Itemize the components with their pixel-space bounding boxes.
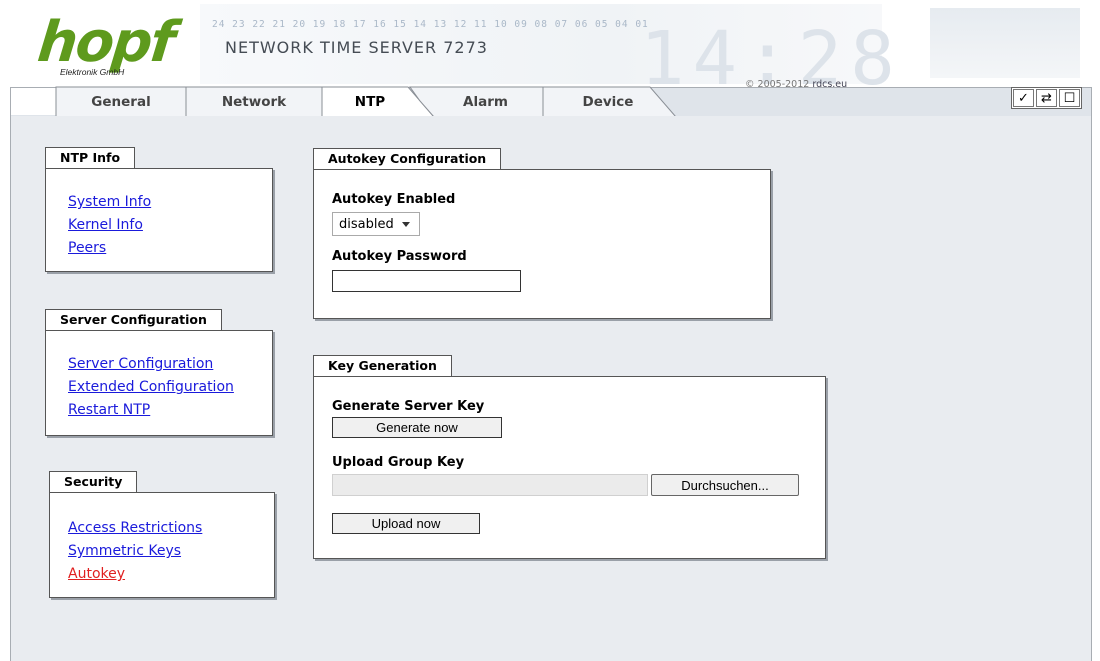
link-symmetric-keys[interactable]: Symmetric Keys xyxy=(68,540,202,563)
content-area: NTP Info System Info Kernel Info Peers S… xyxy=(10,116,1092,661)
chevron-down-icon xyxy=(401,221,410,227)
link-server-configuration[interactable]: Server Configuration xyxy=(68,353,234,376)
link-restart-ntp[interactable]: Restart NTP xyxy=(68,399,234,422)
toolbar: ✓ ⇄ ☐ xyxy=(1011,87,1082,109)
ntp-info-links: System Info Kernel Info Peers xyxy=(68,191,151,260)
server-config-title: Server Configuration xyxy=(45,309,222,331)
link-system-info[interactable]: System Info xyxy=(68,191,151,214)
ntp-info-title: NTP Info xyxy=(45,147,136,169)
logo-word: hopf xyxy=(34,10,177,75)
server-config-body: Server Configuration Extended Configurat… xyxy=(45,330,273,436)
ntp-info-body: System Info Kernel Info Peers xyxy=(45,168,273,272)
group-key-file-input[interactable] xyxy=(332,474,648,496)
tab-ntp[interactable]: NTP xyxy=(322,87,418,117)
autokey-enabled-value: disabled xyxy=(339,216,394,232)
tab-alarm[interactable]: Alarm xyxy=(428,87,543,117)
tab-bar-spacer xyxy=(11,88,56,115)
reload-glyph: ⇄ xyxy=(1041,90,1052,106)
browse-button[interactable]: Durchsuchen... xyxy=(651,474,799,496)
link-access-restrictions[interactable]: Access Restrictions xyxy=(68,517,202,540)
product-title: NETWORK TIME SERVER 7273 xyxy=(225,38,488,57)
link-peers[interactable]: Peers xyxy=(68,237,151,260)
autokey-enabled-label: Autokey Enabled xyxy=(332,192,456,207)
save-glyph: ☐ xyxy=(1063,90,1076,106)
tab-network[interactable]: Network xyxy=(186,87,322,117)
server-config-links: Server Configuration Extended Configurat… xyxy=(68,353,234,422)
security-title: Security xyxy=(49,471,138,493)
generate-server-key-label: Generate Server Key xyxy=(332,399,485,414)
reload-icon[interactable]: ⇄ xyxy=(1036,89,1057,107)
upload-now-button[interactable]: Upload now xyxy=(332,513,480,534)
security-links: Access Restrictions Symmetric Keys Autok… xyxy=(68,517,202,586)
autokey-password-input[interactable] xyxy=(332,270,521,292)
tab-device[interactable]: Device xyxy=(543,87,673,117)
link-extended-configuration[interactable]: Extended Configuration xyxy=(68,376,234,399)
apply-glyph: ✓ xyxy=(1018,90,1029,106)
upload-group-key-label: Upload Group Key xyxy=(332,455,465,470)
key-generation-title: Key Generation xyxy=(313,355,452,377)
autokey-config-body: Autokey Enabled disabled Autokey Passwor… xyxy=(313,169,771,319)
autokey-password-label: Autokey Password xyxy=(332,249,467,264)
hopf-logo: hopf Elektronik GmbH xyxy=(34,10,177,77)
security-body: Access Restrictions Symmetric Keys Autok… xyxy=(49,492,275,598)
check-icon[interactable]: ✓ xyxy=(1013,89,1034,107)
save-icon[interactable]: ☐ xyxy=(1059,89,1080,107)
key-generation-body: Generate Server Key Generate now Upload … xyxy=(313,376,826,559)
autokey-enabled-select[interactable]: disabled xyxy=(332,212,420,236)
link-autokey[interactable]: Autokey xyxy=(68,563,202,586)
autokey-config-title: Autokey Configuration xyxy=(313,148,502,170)
generate-now-button[interactable]: Generate now xyxy=(332,417,502,438)
banner-decoration xyxy=(930,8,1080,78)
digit-strip: 24 23 22 21 20 19 18 17 16 15 14 13 12 1… xyxy=(212,19,649,30)
logo-subtitle: Elektronik GmbH xyxy=(60,67,125,77)
tab-general[interactable]: General xyxy=(56,87,186,117)
link-kernel-info[interactable]: Kernel Info xyxy=(68,214,151,237)
